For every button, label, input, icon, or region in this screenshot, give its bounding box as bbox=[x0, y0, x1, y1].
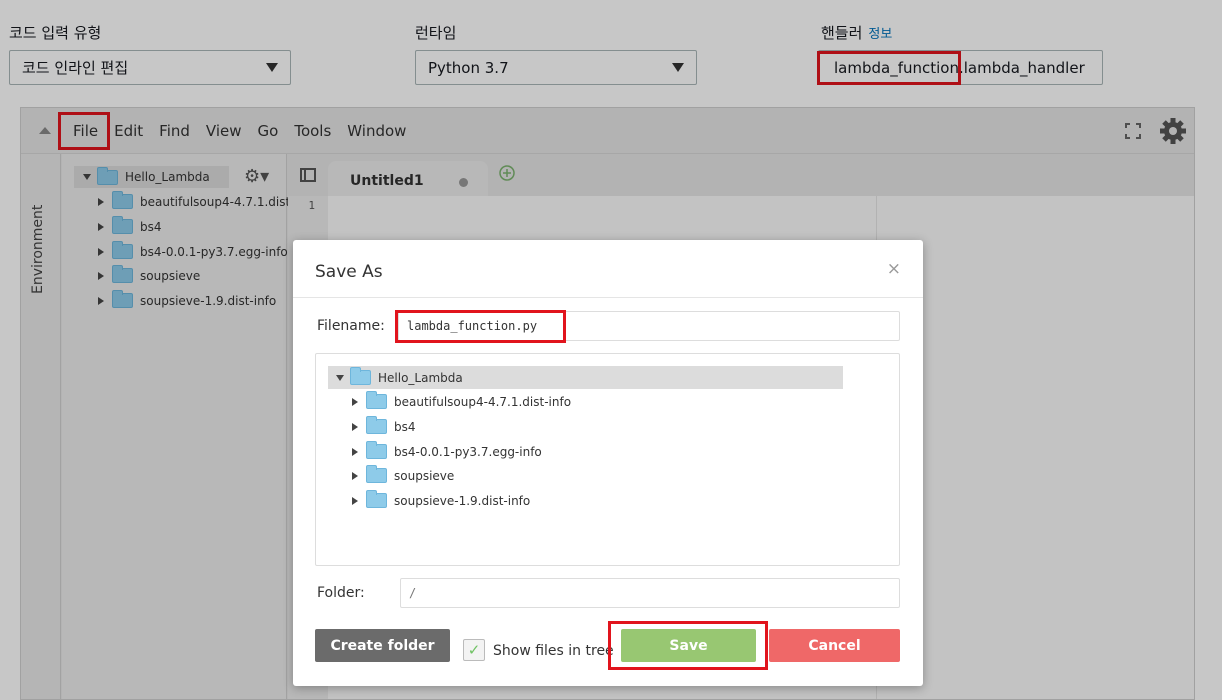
cancel-button[interactable]: Cancel bbox=[769, 629, 900, 662]
show-files-checkbox[interactable]: ✓ bbox=[463, 639, 485, 661]
dialog-title: Save As bbox=[315, 262, 383, 282]
tree-item-label: bs4 bbox=[394, 419, 416, 434]
folder-icon bbox=[366, 391, 387, 409]
expand-right-icon bbox=[352, 471, 358, 480]
folder-icon bbox=[366, 490, 387, 508]
close-icon[interactable]: × bbox=[887, 259, 901, 279]
tree-item[interactable]: bs4 bbox=[352, 416, 416, 434]
expand-right-icon bbox=[352, 496, 358, 505]
dialog-header: Save As × bbox=[293, 240, 923, 298]
tree-item[interactable]: soupsieve bbox=[352, 465, 455, 483]
tree-item-label: bs4-0.0.1-py3.7.egg-info bbox=[394, 444, 542, 459]
folder-icon bbox=[366, 441, 387, 459]
folder-icon bbox=[366, 465, 387, 483]
tree-item[interactable]: beautifulsoup4-4.7.1.dist-info bbox=[352, 391, 572, 409]
filename-value: lambda_function.py bbox=[407, 319, 538, 333]
save-button[interactable]: Save bbox=[621, 629, 756, 662]
checkmark-icon: ✓ bbox=[467, 641, 481, 659]
expand-right-icon bbox=[352, 447, 358, 456]
tree-item-label: soupsieve bbox=[394, 468, 455, 483]
tree-root-label: Hello_Lambda bbox=[378, 370, 463, 385]
tree-root[interactable]: Hello_Lambda bbox=[328, 366, 843, 389]
filename-label: Filename: bbox=[317, 318, 385, 334]
expand-down-icon bbox=[336, 374, 344, 381]
filename-input[interactable]: lambda_function.py bbox=[398, 311, 900, 341]
tree-item-label: soupsieve-1.9.dist-info bbox=[394, 493, 531, 508]
show-files-label: Show files in tree bbox=[493, 643, 614, 659]
folder-tree: Hello_Lambda beautifulsoup4-4.7.1.dist-i… bbox=[315, 353, 900, 566]
tree-item-label: beautifulsoup4-4.7.1.dist-info bbox=[394, 394, 572, 409]
folder-value: / bbox=[409, 586, 417, 600]
expand-right-icon bbox=[352, 422, 358, 431]
expand-right-icon bbox=[352, 397, 358, 406]
save-as-dialog: Save As × Filename: lambda_function.py H… bbox=[293, 240, 923, 686]
folder-icon bbox=[366, 416, 387, 434]
folder-input[interactable]: / bbox=[400, 578, 900, 608]
folder-icon bbox=[350, 367, 371, 385]
create-folder-button[interactable]: Create folder bbox=[315, 629, 450, 662]
tree-item[interactable]: soupsieve-1.9.dist-info bbox=[352, 490, 531, 508]
tree-item[interactable]: bs4-0.0.1-py3.7.egg-info bbox=[352, 441, 542, 459]
folder-label: Folder: bbox=[317, 585, 365, 601]
